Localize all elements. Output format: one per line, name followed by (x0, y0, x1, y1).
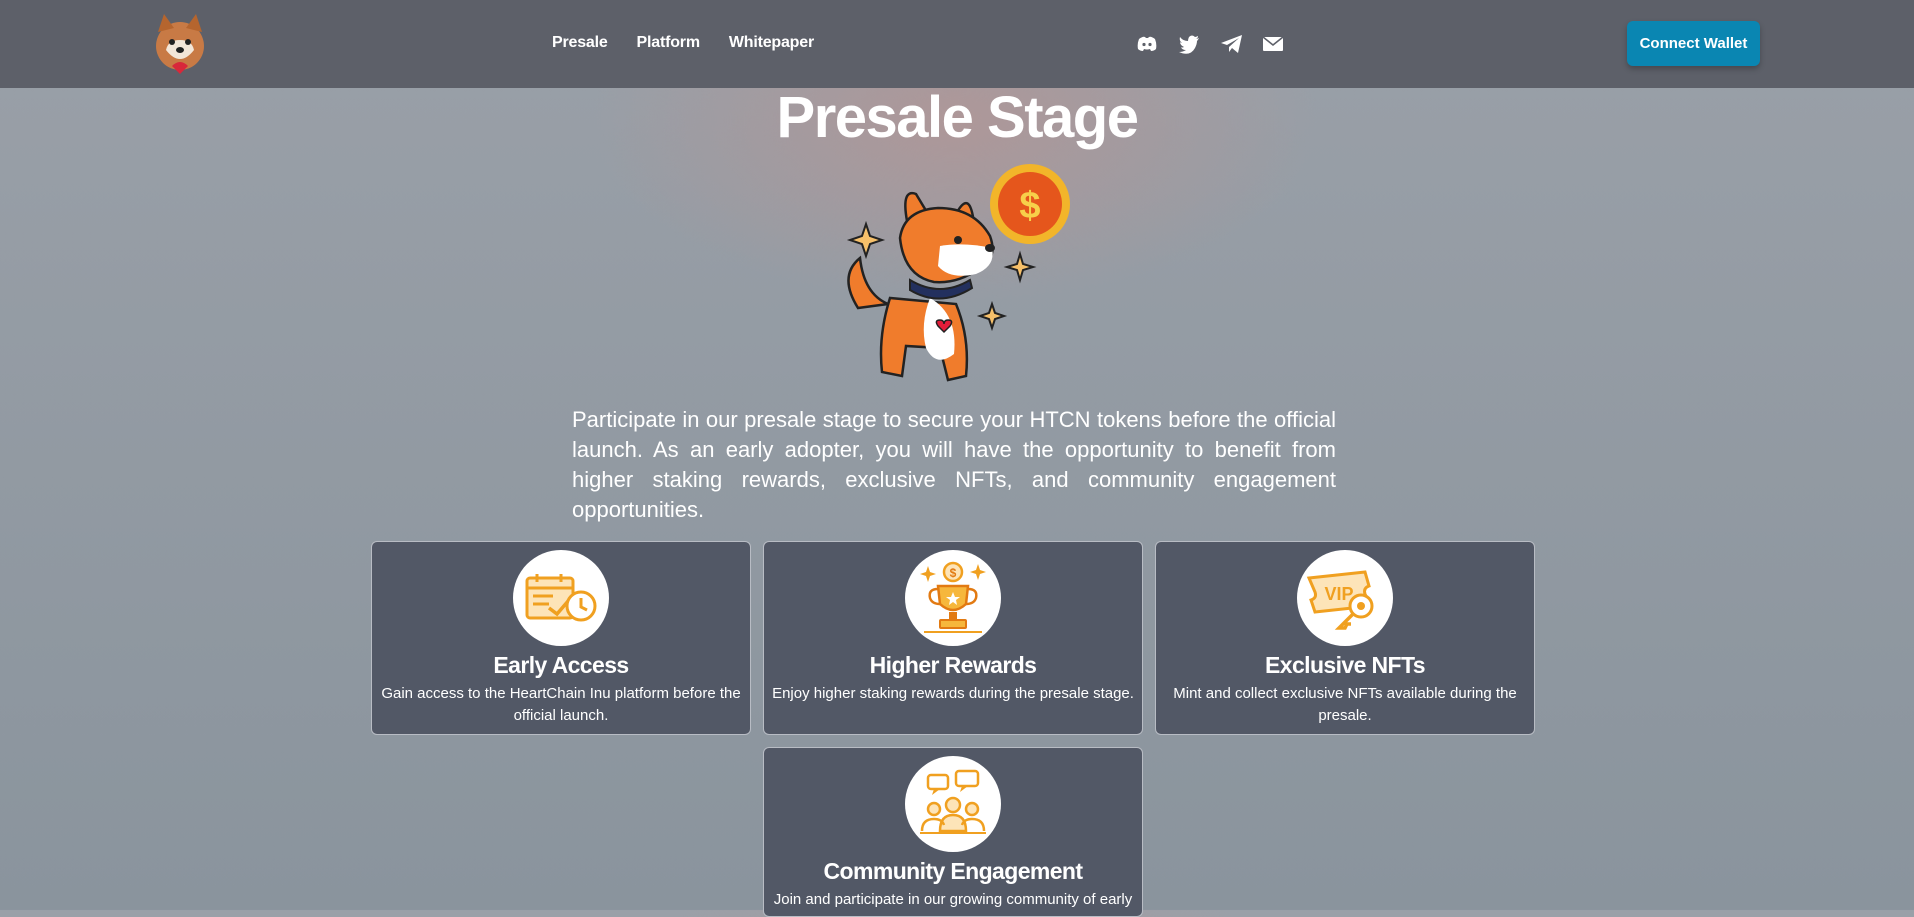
feature-card-exclusive-nfts: VIP Exclusive NFTs Mint and collect excl… (1155, 541, 1535, 735)
feature-card-early-access: Early Access Gain access to the HeartCha… (371, 541, 751, 735)
shiba-coin-illustration-icon: $ (830, 158, 1080, 394)
page-title: Presale Stage (776, 85, 1139, 150)
card-title: Early Access (493, 652, 629, 678)
top-navbar: Presale Platform Whitepaper Connect Wall… (0, 0, 1914, 88)
social-links (1136, 33, 1284, 55)
shiba-logo-icon[interactable] (150, 12, 210, 76)
calendar-clock-icon (513, 550, 609, 646)
vip-ticket-icon: VIP (1297, 550, 1393, 646)
twitter-icon[interactable] (1178, 33, 1200, 55)
nav-link-presale[interactable]: Presale (552, 34, 608, 52)
feature-card-higher-rewards: $ Higher Rewards Enjoy higher staking re… (763, 541, 1143, 735)
discord-icon[interactable] (1136, 33, 1158, 55)
telegram-icon[interactable] (1220, 33, 1242, 55)
card-title: Higher Rewards (869, 652, 1037, 678)
connect-wallet-button[interactable]: Connect Wallet (1627, 21, 1760, 66)
presale-intro-text: Participate in our presale stage to secu… (572, 407, 1336, 522)
card-title: Community Engagement (823, 858, 1084, 884)
email-icon[interactable] (1262, 33, 1284, 55)
svg-text:$: $ (1019, 185, 1040, 227)
svg-text:VIP: VIP (1324, 584, 1353, 604)
feature-card-community-engagement: Community Engagement Join and participat… (763, 747, 1143, 917)
card-title: Exclusive NFTs (1265, 652, 1426, 678)
card-description: Enjoy higher staking rewards during the … (772, 685, 1134, 702)
nav-link-platform[interactable]: Platform (637, 34, 701, 52)
main-nav: Presale Platform Whitepaper (552, 34, 814, 52)
card-description: Gain access to the HeartChain Inu platfo… (381, 685, 741, 724)
trophy-icon: $ (905, 550, 1001, 646)
community-icon (905, 756, 1001, 852)
card-description: Mint and collect exclusive NFTs availabl… (1173, 685, 1517, 724)
nav-link-whitepaper[interactable]: Whitepaper (729, 34, 814, 52)
card-description: Join and participate in our growing comm… (773, 891, 1133, 908)
svg-text:$: $ (950, 566, 957, 580)
